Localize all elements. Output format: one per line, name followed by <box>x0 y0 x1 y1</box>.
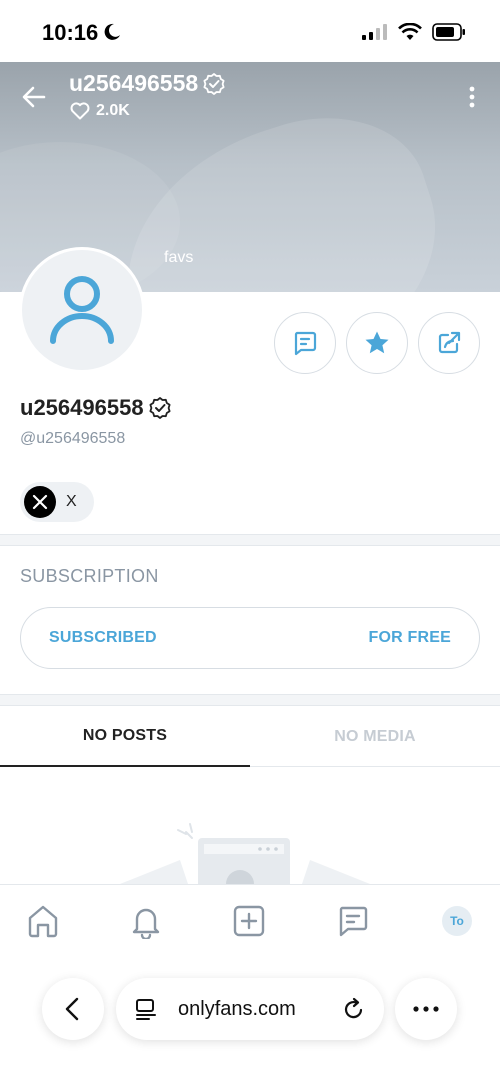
likes-count-text: 2.0K <box>96 102 130 119</box>
bottom-navigation: To <box>0 884 500 956</box>
browser-more-button[interactable] <box>395 978 457 1040</box>
section-divider <box>0 694 500 706</box>
section-divider <box>0 534 500 546</box>
reload-icon[interactable] <box>342 997 366 1021</box>
heart-icon <box>70 102 90 120</box>
profile-handle: @u256496558 <box>20 430 126 447</box>
subscribed-button[interactable]: SUBSCRIBED FOR FREE <box>20 607 480 669</box>
bell-icon <box>132 908 160 939</box>
social-link-x[interactable]: X <box>20 482 94 522</box>
user-icon <box>50 276 114 344</box>
wifi-icon <box>398 23 422 40</box>
subscription-title: SUBSCRIPTION <box>20 566 159 586</box>
add-post-icon <box>233 905 265 937</box>
home-icon <box>28 905 58 938</box>
tab-posts[interactable]: NO POSTS <box>0 706 250 767</box>
status-bar: 10:16 <box>0 0 500 62</box>
messages-icon <box>339 906 368 937</box>
nav-messages[interactable] <box>333 901 373 941</box>
more-options-icon[interactable] <box>468 86 476 108</box>
message-button[interactable] <box>274 312 336 374</box>
back-arrow-icon[interactable] <box>20 83 48 111</box>
nav-notifications[interactable] <box>126 901 166 941</box>
battery-icon <box>432 23 465 41</box>
x-logo-icon <box>24 486 56 518</box>
nav-profile[interactable]: To <box>437 901 477 941</box>
status-time: 10:16 <box>42 20 99 45</box>
share-button[interactable] <box>418 312 480 374</box>
profile-name-text: u256496558 <box>20 395 144 420</box>
profile-name: u256496558 <box>20 395 172 421</box>
more-horizontal-icon <box>413 1006 439 1012</box>
url-text: onlyfans.com <box>178 997 296 1020</box>
address-bar[interactable]: onlyfans.com <box>116 978 384 1040</box>
tab-media[interactable]: NO MEDIA <box>250 706 500 767</box>
nav-home[interactable] <box>23 901 63 941</box>
verified-badge-icon <box>149 397 171 419</box>
favorite-button[interactable] <box>346 312 408 374</box>
cover-username-text: u256496558 <box>69 70 199 96</box>
subscription-status: SUBSCRIBED <box>49 629 157 646</box>
avatar[interactable] <box>19 247 145 373</box>
cellular-signal-icon <box>362 24 387 40</box>
likes-count: 2.0K <box>70 102 130 120</box>
message-icon <box>294 331 317 356</box>
subscription-price: FOR FREE <box>368 629 451 646</box>
content-tabs: NO POSTS NO MEDIA <box>0 706 500 767</box>
browser-back-button[interactable] <box>42 978 104 1040</box>
star-icon <box>365 331 389 354</box>
verified-badge-icon <box>203 72 225 95</box>
profile-avatar-initials: To <box>442 906 472 936</box>
cover-caption: favs <box>164 249 194 266</box>
share-icon <box>438 331 461 354</box>
moon-icon <box>104 23 120 40</box>
status-icons <box>362 23 466 41</box>
nav-new-post[interactable] <box>229 901 269 941</box>
page-menu-icon[interactable] <box>134 997 158 1021</box>
empty-content-illustration <box>120 823 370 884</box>
browser-toolbar: onlyfans.com <box>0 956 500 1082</box>
social-label: X <box>66 493 77 510</box>
chevron-left-icon <box>65 997 79 1021</box>
cover-username: u256496558 <box>69 70 226 97</box>
